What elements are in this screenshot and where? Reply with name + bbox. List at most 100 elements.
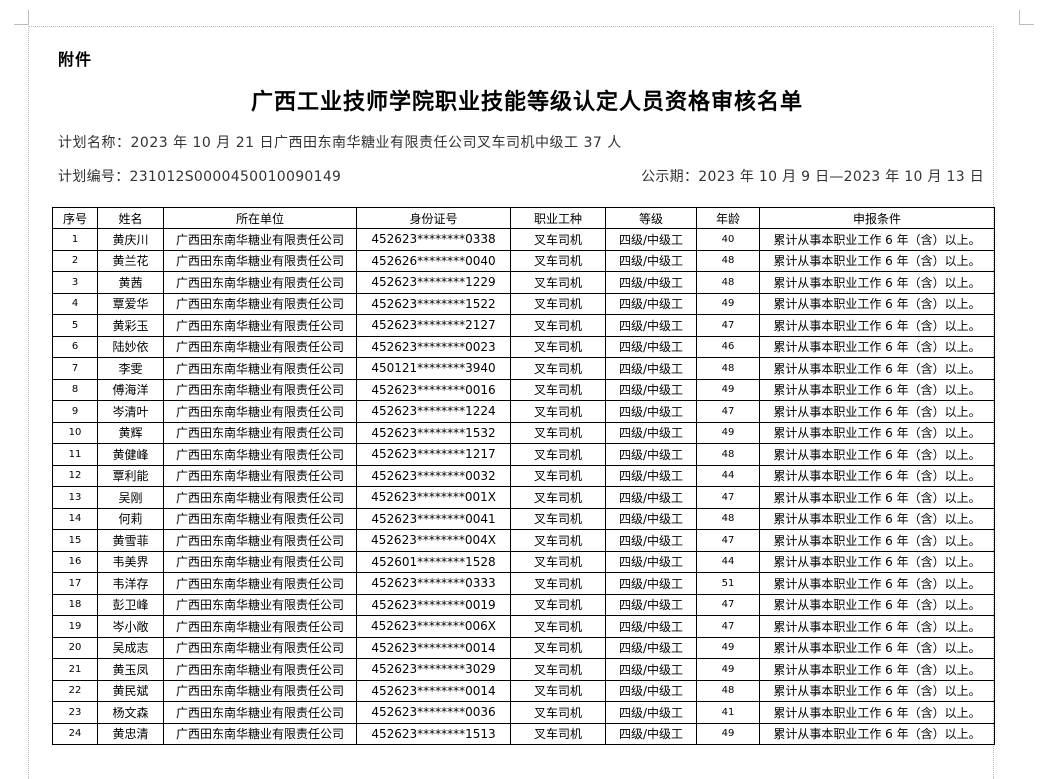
cell-occupation: 叉车司机 <box>510 464 606 487</box>
cell-id-number: 452623********006X <box>356 615 511 638</box>
cell-unit: 广西田东南华糖业有限责任公司 <box>163 228 357 251</box>
cell-index: 10 <box>52 421 98 444</box>
cell-index: 11 <box>52 443 98 466</box>
cell-index: 4 <box>52 292 98 315</box>
cell-age: 49 <box>696 722 760 745</box>
cell-condition: 累计从事本职业工作 6 年（含）以上。 <box>759 679 995 702</box>
cell-name: 岑小敞 <box>97 615 164 638</box>
cell-id-number: 452623********1513 <box>356 722 511 745</box>
cell-index: 16 <box>52 550 98 573</box>
cell-level: 四级/中级工 <box>605 314 697 337</box>
cell-age: 49 <box>696 421 760 444</box>
cell-level: 四级/中级工 <box>605 701 697 724</box>
cell-level: 四级/中级工 <box>605 658 697 681</box>
table-row: 15 黄雪菲 广西田东南华糖业有限责任公司 452623********004X 叉车司… <box>52 529 995 552</box>
table-body: 1 黄庆川 广西田东南华糖业有限责任公司 452623********0338 叉车司机… <box>52 228 995 745</box>
cell-unit: 广西田东南华糖业有限责任公司 <box>163 486 357 509</box>
cell-index: 6 <box>52 335 98 358</box>
cell-condition: 累计从事本职业工作 6 年（含）以上。 <box>759 335 995 358</box>
header-occupation: 职业工种 <box>510 207 606 229</box>
cell-occupation: 叉车司机 <box>510 400 606 423</box>
cell-occupation: 叉车司机 <box>510 615 606 638</box>
cell-condition: 累计从事本职业工作 6 年（含）以上。 <box>759 507 995 530</box>
cell-condition: 累计从事本职业工作 6 年（含）以上。 <box>759 464 995 487</box>
cell-id-number: 452623********004X <box>356 529 511 552</box>
table-row: 22 黄民斌 广西田东南华糖业有限责任公司 452623********0014 叉车司… <box>52 679 995 702</box>
table-row: 17 韦洋存 广西田东南华糖业有限责任公司 452623********0333 叉车司… <box>52 572 995 595</box>
cell-occupation: 叉车司机 <box>510 572 606 595</box>
cell-level: 四级/中级工 <box>605 572 697 595</box>
cell-age: 49 <box>696 292 760 315</box>
cell-age: 47 <box>696 486 760 509</box>
cell-index: 19 <box>52 615 98 638</box>
cell-name: 黄庆川 <box>97 228 164 251</box>
table-row: 7 李雯 广西田东南华糖业有限责任公司 450121********3940 叉车司机四… <box>52 357 995 380</box>
cell-level: 四级/中级工 <box>605 486 697 509</box>
cell-level: 四级/中级工 <box>605 228 697 251</box>
cell-id-number: 452623********0338 <box>356 228 511 251</box>
cell-occupation: 叉车司机 <box>510 701 606 724</box>
table-row: 12 覃利能 广西田东南华糖业有限责任公司 452623********0032 叉车司… <box>52 464 995 487</box>
cell-name: 黄茜 <box>97 271 164 294</box>
table-row: 8 傅海洋 广西田东南华糖业有限责任公司 452623********0016 叉车司机… <box>52 378 995 401</box>
cell-name: 吴成志 <box>97 636 164 659</box>
cell-occupation: 叉车司机 <box>510 443 606 466</box>
cell-level: 四级/中级工 <box>605 464 697 487</box>
cell-age: 47 <box>696 615 760 638</box>
cell-level: 四级/中级工 <box>605 615 697 638</box>
cell-condition: 累计从事本职业工作 6 年（含）以上。 <box>759 615 995 638</box>
cell-level: 四级/中级工 <box>605 292 697 315</box>
qualification-table: 序号 姓名 所在单位 身份证号 职业工种 等级 年龄 申报条件 1 黄庆川 广西田东… <box>52 207 995 745</box>
table-row: 4 覃爱华 广西田东南华糖业有限责任公司 452623********1522 叉车司机… <box>52 292 995 315</box>
table-row: 11 黄健峰 广西田东南华糖业有限责任公司 452623********1217 叉车司… <box>52 443 995 466</box>
cell-occupation: 叉车司机 <box>510 271 606 294</box>
cell-id-number: 452623********001X <box>356 486 511 509</box>
cell-level: 四级/中级工 <box>605 335 697 358</box>
cell-unit: 广西田东南华糖业有限责任公司 <box>163 636 357 659</box>
cell-occupation: 叉车司机 <box>510 722 606 745</box>
cell-age: 47 <box>696 593 760 616</box>
cell-unit: 广西田东南华糖业有限责任公司 <box>163 507 357 530</box>
attachment-label: 附件 <box>58 50 93 69</box>
cell-id-number: 452623********2127 <box>356 314 511 337</box>
table-row: 21 黄玉凤 广西田东南华糖业有限责任公司 452623********3029 叉车司… <box>52 658 995 681</box>
cell-name: 韦美界 <box>97 550 164 573</box>
cell-index: 23 <box>52 701 98 724</box>
cell-condition: 累计从事本职业工作 6 年（含）以上。 <box>759 593 995 616</box>
cell-age: 40 <box>696 228 760 251</box>
cell-name: 覃利能 <box>97 464 164 487</box>
cell-condition: 累计从事本职业工作 6 年（含）以上。 <box>759 636 995 659</box>
cell-condition: 累计从事本职业工作 6 年（含）以上。 <box>759 421 995 444</box>
cell-occupation: 叉车司机 <box>510 357 606 380</box>
cell-level: 四级/中级工 <box>605 271 697 294</box>
cell-name: 黄玉凤 <box>97 658 164 681</box>
cell-id-number: 452623********1224 <box>356 400 511 423</box>
cell-index: 5 <box>52 314 98 337</box>
table-row: 5 黄彩玉 广西田东南华糖业有限责任公司 452623********2127 叉车司机… <box>52 314 995 337</box>
cell-occupation: 叉车司机 <box>510 486 606 509</box>
cell-name: 黄健峰 <box>97 443 164 466</box>
cell-unit: 广西田东南华糖业有限责任公司 <box>163 572 357 595</box>
header-age: 年龄 <box>696 207 760 229</box>
cell-condition: 累计从事本职业工作 6 年（含）以上。 <box>759 722 995 745</box>
cell-unit: 广西田东南华糖业有限责任公司 <box>163 593 357 616</box>
cell-age: 48 <box>696 507 760 530</box>
header-level: 等级 <box>605 207 697 229</box>
cell-index: 22 <box>52 679 98 702</box>
cell-occupation: 叉车司机 <box>510 507 606 530</box>
cell-id-number: 452623********1217 <box>356 443 511 466</box>
cell-id-number: 452623********0019 <box>356 593 511 616</box>
cell-level: 四级/中级工 <box>605 593 697 616</box>
cell-name: 黄忠清 <box>97 722 164 745</box>
cell-occupation: 叉车司机 <box>510 249 606 272</box>
cell-occupation: 叉车司机 <box>510 421 606 444</box>
cell-unit: 广西田东南华糖业有限责任公司 <box>163 529 357 552</box>
cell-age: 49 <box>696 658 760 681</box>
cell-level: 四级/中级工 <box>605 421 697 444</box>
document-title: 广西工业技师学院职业技能等级认定人员资格审核名单 <box>250 89 803 115</box>
cell-id-number: 452623********1532 <box>356 421 511 444</box>
cell-occupation: 叉车司机 <box>510 314 606 337</box>
plan-name: 计划名称：2023 年 10 月 21 日广西田东南华糖业有限责任公司叉车司机中… <box>58 135 622 151</box>
cell-age: 48 <box>696 271 760 294</box>
header-id-number: 身份证号 <box>356 207 511 229</box>
